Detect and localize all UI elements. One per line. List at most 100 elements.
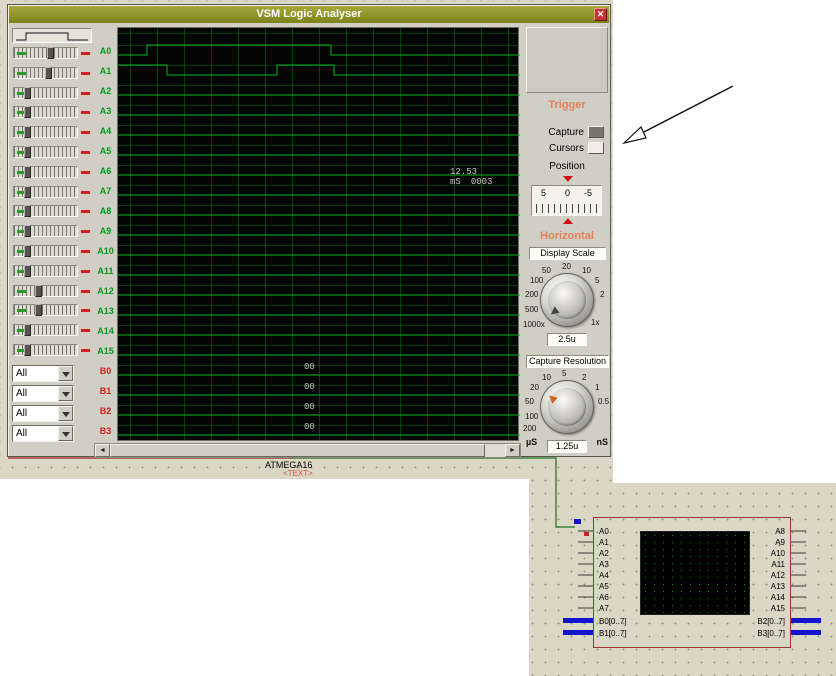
channel-label-column: A0A1A2A3A4A5A6A7A8A9A10A11A12A13A14A15B0… bbox=[94, 25, 117, 455]
channel-slider-a14[interactable] bbox=[12, 322, 92, 338]
capture-button[interactable] bbox=[588, 126, 604, 138]
channel-slider-a4[interactable] bbox=[12, 124, 92, 140]
slider-thumb[interactable] bbox=[24, 146, 31, 158]
cursors-button[interactable] bbox=[588, 142, 604, 154]
dial-label: 200 bbox=[523, 424, 536, 433]
channel-slider-a2[interactable] bbox=[12, 85, 92, 101]
trigger-status-box bbox=[526, 27, 608, 93]
red-indicator bbox=[81, 151, 90, 154]
red-indicator bbox=[81, 309, 90, 312]
cursors-label: Cursors bbox=[549, 143, 584, 154]
channel-slider-a0[interactable] bbox=[12, 45, 92, 61]
green-indicator bbox=[17, 290, 26, 293]
chevron-down-icon[interactable] bbox=[58, 366, 73, 381]
channel-slider-a3[interactable] bbox=[12, 104, 92, 120]
position-tick-marks bbox=[536, 204, 597, 213]
red-indicator bbox=[81, 270, 90, 273]
slider-thumb[interactable] bbox=[24, 265, 31, 277]
capture-resolution-knob[interactable] bbox=[540, 380, 594, 434]
trigger-pattern-button[interactable] bbox=[12, 28, 92, 43]
pin-label-a8: A8 bbox=[775, 527, 785, 537]
sample-readout: 0003 bbox=[471, 177, 493, 187]
slider-thumb[interactable] bbox=[24, 186, 31, 198]
channel-slider-a10[interactable] bbox=[12, 243, 92, 259]
vsm-logic-analyser-window: VSM Logic Analyser ✕ AllAllAllAll A0A1A2… bbox=[7, 4, 611, 457]
position-marker-top[interactable] bbox=[563, 176, 573, 182]
channel-slider-a13[interactable] bbox=[12, 302, 92, 318]
slider-thumb[interactable] bbox=[24, 205, 31, 217]
scroll-left-button[interactable]: ◄ bbox=[95, 444, 110, 457]
slider-thumb[interactable] bbox=[24, 126, 31, 138]
channel-label-a0: A0 bbox=[94, 46, 117, 57]
slider-thumb[interactable] bbox=[24, 106, 31, 118]
slider-thumb[interactable] bbox=[24, 344, 31, 356]
filter-select-b2[interactable]: All bbox=[12, 405, 74, 422]
channel-label-a6: A6 bbox=[94, 166, 117, 177]
scroll-right-button[interactable]: ► bbox=[505, 444, 520, 457]
slider-thumb[interactable] bbox=[24, 225, 31, 237]
filter-select-b1[interactable]: All bbox=[12, 385, 74, 402]
pin-label-a4: A4 bbox=[599, 571, 609, 581]
pin-label-a10: A10 bbox=[771, 549, 785, 559]
slider-thumb[interactable] bbox=[47, 47, 54, 59]
channel-label-a7: A7 bbox=[94, 186, 117, 197]
pin-label-a6: A6 bbox=[599, 593, 609, 603]
chevron-down-icon[interactable] bbox=[58, 406, 73, 421]
display-scale-knob[interactable] bbox=[540, 273, 594, 327]
channel-label-a15: A15 bbox=[94, 346, 117, 357]
dial-label: 1x bbox=[591, 318, 599, 327]
red-indicator bbox=[81, 290, 90, 293]
channel-label-a10: A10 bbox=[94, 246, 117, 257]
scrollbar-thumb[interactable] bbox=[110, 444, 485, 457]
scroll-left-icon: ◄ bbox=[99, 447, 106, 454]
close-button[interactable]: ✕ bbox=[594, 8, 607, 21]
filter-value: All bbox=[16, 428, 27, 439]
red-indicator bbox=[81, 329, 90, 332]
red-indicator bbox=[81, 349, 90, 352]
waveform-display[interactable]: 12.53 mS0003 00000000 bbox=[117, 27, 519, 441]
filter-value: All bbox=[16, 408, 27, 419]
channel-label-b0: B0 bbox=[94, 366, 117, 377]
slider-thumb[interactable] bbox=[24, 87, 31, 99]
slider-thumb[interactable] bbox=[45, 67, 52, 79]
slider-thumb[interactable] bbox=[24, 166, 31, 178]
position-label: Position bbox=[523, 161, 611, 172]
bus-value: 00 bbox=[304, 362, 315, 372]
channel-slider-a5[interactable] bbox=[12, 144, 92, 160]
position-slider[interactable]: 5 0 -5 bbox=[531, 185, 602, 216]
channel-slider-a12[interactable] bbox=[12, 283, 92, 299]
position-marker-bottom[interactable] bbox=[563, 218, 573, 224]
pin-label-a2: A2 bbox=[599, 549, 609, 559]
channel-label-a12: A12 bbox=[94, 286, 117, 297]
control-panel: Trigger Capture Cursors Position 5 0 -5 … bbox=[523, 25, 611, 455]
channel-slider-a7[interactable] bbox=[12, 184, 92, 200]
channel-slider-a6[interactable] bbox=[12, 164, 92, 180]
pin-label-a9: A9 bbox=[775, 538, 785, 548]
channel-label-a11: A11 bbox=[94, 266, 117, 277]
slider-thumb[interactable] bbox=[24, 245, 31, 257]
dial-label: 50 bbox=[525, 397, 534, 406]
chevron-down-icon[interactable] bbox=[58, 386, 73, 401]
bus-value: 00 bbox=[304, 422, 315, 432]
red-indicator bbox=[81, 250, 90, 253]
filter-select-b3[interactable]: All bbox=[12, 425, 74, 442]
slider-thumb[interactable] bbox=[35, 285, 42, 297]
dial-label: 2 bbox=[582, 373, 586, 382]
knob-pointer-icon bbox=[546, 392, 557, 403]
filter-select-b0[interactable]: All bbox=[12, 365, 74, 382]
channel-slider-a9[interactable] bbox=[12, 223, 92, 239]
channel-slider-a1[interactable] bbox=[12, 65, 92, 81]
channel-slider-a15[interactable] bbox=[12, 342, 92, 358]
logic-analyser-symbol[interactable]: A0A1A2A3A4A5A6A7A8A9A10A11A12A13A14A15B0… bbox=[593, 517, 791, 648]
capture-label: Capture bbox=[548, 127, 584, 138]
window-titlebar[interactable]: VSM Logic Analyser ✕ bbox=[9, 6, 609, 23]
chevron-down-icon[interactable] bbox=[58, 426, 73, 441]
horizontal-scrollbar[interactable]: ◄ ► bbox=[94, 443, 521, 458]
scale-number: 0 bbox=[565, 188, 570, 198]
channel-slider-a8[interactable] bbox=[12, 203, 92, 219]
channel-slider-a11[interactable] bbox=[12, 263, 92, 279]
slider-thumb[interactable] bbox=[24, 324, 31, 336]
slider-thumb[interactable] bbox=[35, 304, 42, 316]
bus-label: B3[0..7] bbox=[757, 629, 785, 639]
pin-label-a14: A14 bbox=[771, 593, 785, 603]
